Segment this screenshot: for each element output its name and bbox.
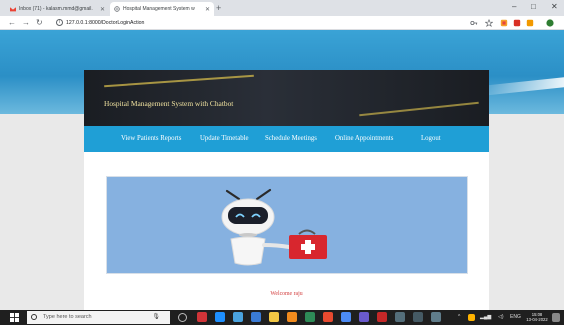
app-icon[interactable]: [287, 312, 297, 322]
app-icon[interactable]: [431, 312, 441, 322]
main-content: Welcome raju: [84, 152, 489, 310]
browser-tab-strip: Inbox (71) - kalasm.mmd@gmail. ✕ Hospita…: [0, 0, 564, 16]
info-icon[interactable]: i: [56, 19, 63, 26]
search-icon: [31, 314, 37, 320]
extension-icon[interactable]: [513, 19, 521, 27]
star-icon[interactable]: [485, 19, 493, 27]
app-icon[interactable]: [233, 312, 243, 322]
close-tab-icon[interactable]: ✕: [100, 6, 105, 13]
volume-icon[interactable]: ◁): [498, 314, 504, 320]
maximize-button[interactable]: □: [531, 2, 536, 12]
gold-line-decoration: [104, 74, 254, 88]
close-tab-icon[interactable]: ✕: [205, 6, 210, 13]
app-icon[interactable]: [341, 312, 351, 322]
web-page: Hospital Management System with Chatbot …: [0, 30, 564, 310]
minimize-button[interactable]: –: [512, 2, 516, 12]
menu-view-patients-reports[interactable]: View Patients Reports: [121, 135, 181, 142]
app-icon[interactable]: [251, 312, 261, 322]
welcome-message: Welcome raju: [270, 291, 303, 297]
menu-update-timetable[interactable]: Update Timetable: [200, 135, 249, 142]
taskbar-search-input[interactable]: Type here to search 🎙: [27, 311, 170, 324]
cortana-icon[interactable]: [178, 313, 187, 322]
menu-schedule-meetings[interactable]: Schedule Meetings: [265, 135, 317, 142]
app-icon[interactable]: [359, 312, 369, 322]
app-icon[interactable]: [305, 312, 315, 322]
gold-line-decoration: [359, 101, 479, 117]
app-icon[interactable]: [395, 312, 405, 322]
app-icon[interactable]: [323, 312, 333, 322]
tab-title: Hospital Management System w: [123, 6, 195, 12]
new-tab-button[interactable]: +: [216, 3, 221, 13]
chevron-up-icon[interactable]: ^: [458, 314, 460, 320]
windows-start-icon[interactable]: [10, 313, 19, 322]
forward-icon[interactable]: →: [22, 17, 30, 29]
tab-title: Inbox (71) - kalasm.mmd@gmail.: [19, 6, 93, 12]
tray-app-icon[interactable]: [468, 314, 475, 321]
windows-taskbar: Type here to search 🎙 ^ ▂▄▆ ◁) ENG 15:08…: [0, 310, 564, 325]
extension-icon[interactable]: [526, 19, 534, 27]
key-icon[interactable]: [470, 19, 478, 27]
menu-logout[interactable]: Logout: [421, 135, 441, 142]
main-menu: View Patients Reports Update Timetable S…: [84, 126, 489, 152]
notification-icon[interactable]: [552, 313, 560, 322]
address-bar[interactable]: 127.0.0.1:8000/DoctorLoginAction: [66, 19, 144, 27]
search-placeholder: Type here to search: [43, 314, 92, 320]
clock-date: 13-04-2022: [526, 317, 548, 322]
extension-icon[interactable]: [500, 19, 508, 27]
site-title: Hospital Management System with Chatbot: [104, 99, 234, 108]
robot-illustration: [221, 188, 327, 266]
close-window-button[interactable]: ✕: [551, 2, 558, 12]
browser-toolbar: ← → ↻ i 127.0.0.1:8000/DoctorLoginAction: [0, 16, 564, 30]
gmail-icon: [10, 7, 16, 12]
microphone-icon[interactable]: 🎙: [152, 314, 160, 321]
site-header: Hospital Management System with Chatbot: [84, 70, 489, 126]
language-indicator[interactable]: ENG: [510, 314, 521, 320]
app-icon[interactable]: [197, 312, 207, 322]
back-icon[interactable]: ←: [8, 17, 16, 29]
app-icon[interactable]: [413, 312, 423, 322]
robot-banner-image: [106, 176, 468, 274]
reload-icon[interactable]: ↻: [36, 17, 43, 29]
edge-icon[interactable]: [215, 312, 225, 322]
profile-avatar[interactable]: [546, 19, 554, 27]
globe-icon: [114, 6, 120, 12]
app-icon[interactable]: [377, 312, 387, 322]
file-explorer-icon[interactable]: [269, 312, 279, 322]
network-icon[interactable]: ▂▄▆: [480, 314, 491, 320]
tab-gmail[interactable]: Inbox (71) - kalasm.mmd@gmail. ✕: [6, 2, 109, 16]
tab-hospital[interactable]: Hospital Management System w ✕: [110, 2, 214, 16]
menu-online-appointments[interactable]: Online Appointments: [335, 135, 393, 142]
taskbar-clock[interactable]: 15:08 13-04-2022: [526, 312, 548, 322]
